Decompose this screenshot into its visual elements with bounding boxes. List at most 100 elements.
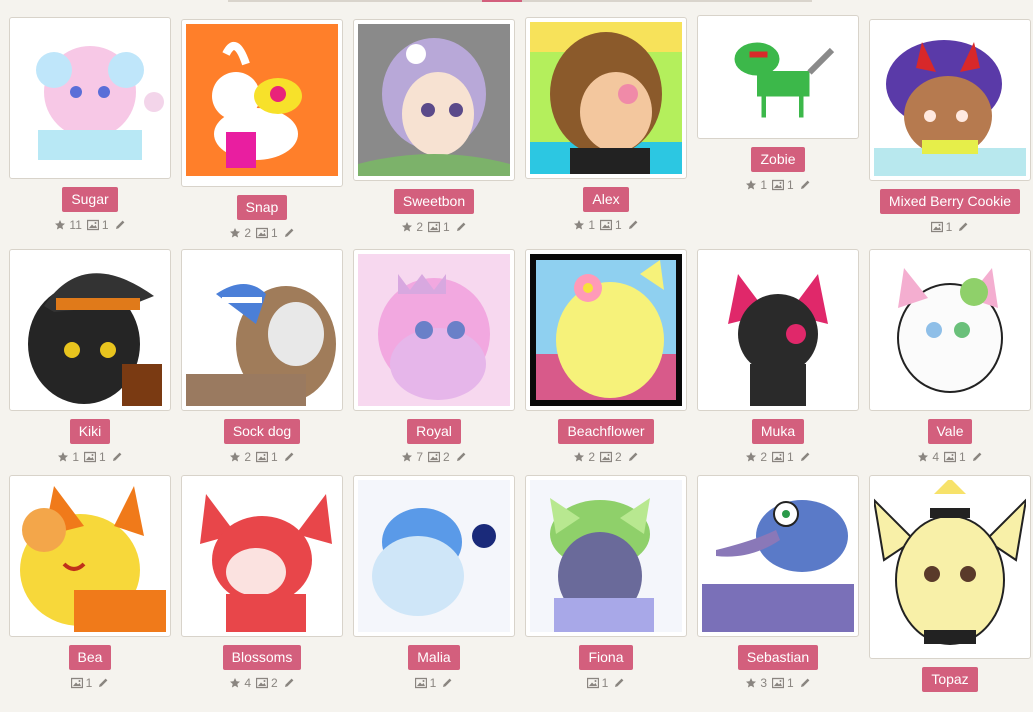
character-thumbnail[interactable] — [869, 19, 1031, 181]
character-thumbnail[interactable] — [181, 475, 343, 637]
favorites-count: 1 — [588, 218, 595, 232]
character-thumbnail[interactable] — [697, 249, 859, 411]
image-icon — [930, 221, 943, 233]
pencil-icon[interactable] — [114, 219, 126, 231]
character-card: Alex 1 1 — [525, 17, 687, 232]
character-thumbnail[interactable] — [697, 15, 859, 139]
image-icon — [428, 221, 440, 233]
character-name-button[interactable]: Zobie — [751, 147, 805, 172]
character-thumbnail[interactable] — [181, 249, 343, 411]
character-name-button[interactable]: Kiki — [69, 419, 111, 444]
star-icon — [229, 227, 241, 239]
character-thumbnail[interactable] — [353, 19, 515, 181]
pencil-icon[interactable] — [799, 451, 811, 463]
character-art — [14, 22, 166, 174]
character-name-button[interactable]: Sugar — [62, 187, 118, 212]
character-name-button[interactable]: Topaz — [922, 667, 978, 692]
character-name-button[interactable]: Sock dog — [223, 419, 301, 444]
character-thumbnail[interactable] — [353, 475, 515, 637]
character-stats: 11 1 — [54, 218, 125, 232]
image-icon — [84, 451, 96, 463]
images-stat: 1 — [600, 218, 622, 232]
character-thumbnail[interactable] — [525, 17, 687, 179]
images-count: 2 — [271, 676, 278, 690]
character-card: Blossoms 4 2 — [181, 475, 343, 690]
character-name-button[interactable]: Bea — [68, 645, 112, 670]
character-name-button[interactable]: Vale — [927, 419, 973, 444]
character-art — [874, 254, 1026, 406]
image-icon — [600, 219, 612, 231]
character-stats: 41 — [917, 450, 982, 464]
favorites-stat: 11 — [54, 218, 82, 232]
character-stats: 21 — [745, 450, 810, 464]
images-stat: 1 — [414, 676, 436, 690]
character-thumbnail[interactable] — [697, 475, 859, 637]
pencil-icon[interactable] — [957, 221, 969, 233]
pencil-icon[interactable] — [799, 677, 811, 689]
character-thumbnail[interactable] — [869, 249, 1031, 411]
pencil-icon[interactable] — [97, 677, 109, 689]
image-icon — [86, 219, 99, 231]
favorites-count: 11 — [69, 218, 82, 232]
character-thumbnail[interactable] — [9, 17, 171, 179]
character-art — [14, 480, 166, 632]
favorites-count: 4 — [244, 676, 251, 690]
character-name-button[interactable]: Sweetbon — [393, 189, 475, 214]
favorites-stat: 2 — [229, 450, 251, 464]
images-stat: 1 — [772, 178, 794, 192]
pencil-icon[interactable] — [799, 179, 811, 191]
character-name-button[interactable]: Muka — [751, 419, 805, 444]
character-thumbnail[interactable] — [353, 249, 515, 411]
character-art — [14, 254, 166, 406]
images-stat: 2 — [600, 450, 622, 464]
character-name-button[interactable]: Sebastian — [737, 645, 819, 670]
character-card: Beachflower 2 2 — [525, 249, 687, 464]
pencil-icon[interactable] — [441, 677, 453, 689]
character-thumbnail[interactable] — [181, 19, 343, 187]
character-thumbnail[interactable] — [525, 249, 687, 411]
favorites-stat: 2 — [573, 450, 595, 464]
character-name-button[interactable]: Blossoms — [222, 645, 302, 670]
character-stats: 1 — [930, 220, 970, 234]
images-count: 1 — [99, 450, 106, 464]
character-name-button[interactable]: Royal — [407, 419, 461, 444]
pencil-icon[interactable] — [283, 227, 295, 239]
images-stat: 1 — [256, 450, 278, 464]
pencil-icon[interactable] — [283, 451, 295, 463]
character-card: Sock dog 2 1 — [181, 249, 343, 464]
character-name-button[interactable]: Fiona — [579, 645, 633, 670]
pencil-icon[interactable] — [971, 451, 983, 463]
image-icon — [414, 677, 427, 689]
images-stat: 1 — [256, 226, 278, 240]
character-name-button[interactable]: Alex — [583, 187, 629, 212]
image-icon — [256, 227, 268, 239]
pagination-bar — [228, 0, 812, 2]
character-art — [186, 254, 338, 406]
pencil-icon[interactable] — [627, 219, 639, 231]
character-name-button[interactable]: Mixed Berry Cookie — [879, 189, 1021, 214]
character-stats: 1 — [70, 676, 110, 690]
pencil-icon[interactable] — [455, 451, 467, 463]
pencil-icon[interactable] — [283, 677, 295, 689]
pencil-icon[interactable] — [613, 677, 625, 689]
favorites-count: 2 — [244, 226, 251, 240]
character-thumbnail[interactable] — [9, 249, 171, 411]
image-icon — [772, 451, 784, 463]
character-name-button[interactable]: Beachflower — [558, 419, 654, 444]
pencil-icon[interactable] — [111, 451, 123, 463]
favorites-stat: 1 — [57, 450, 79, 464]
star-icon — [229, 677, 241, 689]
character-thumbnail[interactable] — [869, 475, 1031, 659]
images-count: 1 — [959, 450, 966, 464]
favorites-count: 2 — [760, 450, 767, 464]
star-icon — [401, 451, 413, 463]
character-thumbnail[interactable] — [525, 475, 687, 637]
pencil-icon[interactable] — [455, 221, 467, 233]
images-count: 1 — [945, 220, 953, 234]
character-stats: 11 — [57, 450, 122, 464]
character-card: Muka 2 1 — [697, 249, 859, 464]
character-name-button[interactable]: Snap — [236, 195, 288, 220]
pencil-icon[interactable] — [627, 451, 639, 463]
character-thumbnail[interactable] — [9, 475, 171, 637]
character-name-button[interactable]: Malia — [408, 645, 460, 670]
